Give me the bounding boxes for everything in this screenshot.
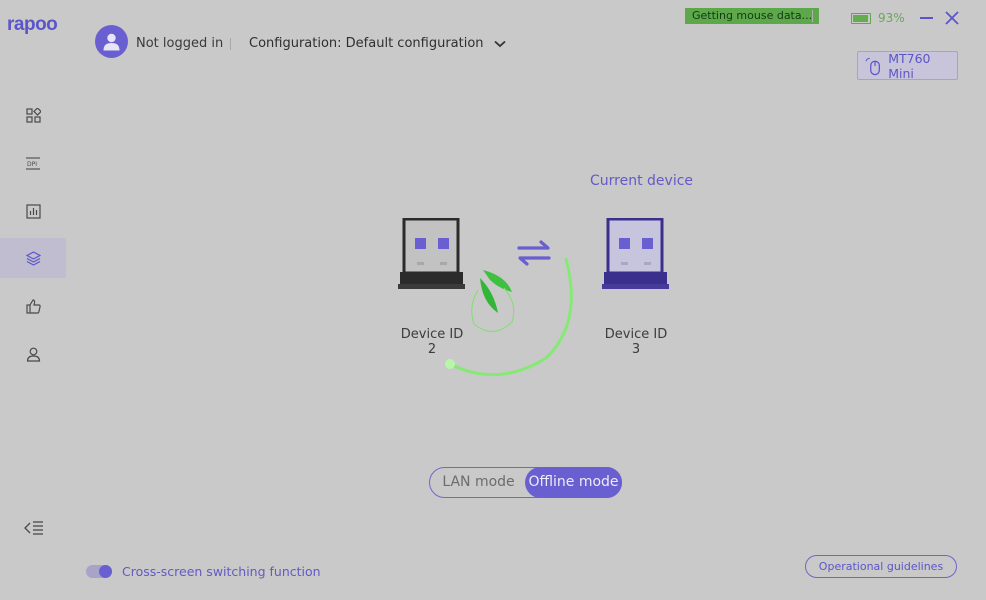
- rapoo-logo: rapoo: [7, 14, 58, 35]
- battery-icon: [851, 12, 871, 24]
- thumbs-up-icon: [25, 298, 41, 314]
- grid-icon: [25, 107, 41, 123]
- minimize-button[interactable]: [920, 17, 933, 19]
- cross-screen-label: Cross-screen switching function: [122, 564, 321, 579]
- close-icon[interactable]: [944, 10, 960, 26]
- chevron-down-icon: [493, 40, 506, 47]
- titlebar-divider: [812, 10, 813, 22]
- offline-mode-option[interactable]: Offline mode: [525, 467, 622, 498]
- dpi-icon: DPI: [26, 156, 40, 170]
- mode-switch: LAN mode Offline mode: [429, 467, 622, 498]
- usb-receiver-icon: [602, 217, 669, 289]
- device-right[interactable]: Device ID 3: [600, 217, 672, 357]
- toggle-knob: [99, 565, 112, 578]
- current-device-label: Current device: [590, 173, 694, 189]
- header-divider: [230, 38, 231, 50]
- lan-mode-option[interactable]: LAN mode: [430, 467, 527, 498]
- device-name: MT760 Mini: [888, 50, 931, 81]
- configuration-dropdown[interactable]: Configuration: Default configuration: [249, 36, 506, 51]
- loading-spinner: [445, 258, 573, 377]
- layers-icon: [25, 250, 41, 266]
- avatar[interactable]: [95, 25, 128, 58]
- battery-percent: 93%: [878, 11, 905, 25]
- device-selector-button[interactable]: MT760 Mini: [857, 50, 958, 81]
- mouse-icon: [865, 57, 880, 75]
- sidebar-item-account[interactable]: [0, 334, 66, 374]
- battery-indicator: 93%: [851, 11, 905, 25]
- bar-chart-icon: [25, 203, 41, 219]
- login-status[interactable]: Not logged in: [136, 36, 223, 51]
- sidebar-item-dashboard[interactable]: [0, 95, 66, 135]
- sidebar-item-dpi[interactable]: DPI: [0, 143, 66, 183]
- battery-fill: [853, 14, 868, 22]
- svg-text:DPI: DPI: [27, 161, 37, 168]
- configuration-label: Configuration: Default configuration: [249, 36, 484, 51]
- sidebar-item-recommend[interactable]: [0, 286, 66, 326]
- collapse-sidebar-icon[interactable]: [24, 520, 44, 536]
- user-icon: [26, 347, 40, 362]
- status-badge: Getting mouse data...: [685, 8, 820, 24]
- device-right-label: Device ID 3: [604, 327, 668, 357]
- sidebar-item-multi-device[interactable]: [0, 238, 66, 278]
- sidebar-item-statistics[interactable]: [0, 191, 66, 231]
- user-avatar-icon: [103, 33, 120, 50]
- cross-screen-toggle[interactable]: [86, 565, 112, 578]
- operational-guidelines-button[interactable]: Operational guidelines: [805, 555, 957, 578]
